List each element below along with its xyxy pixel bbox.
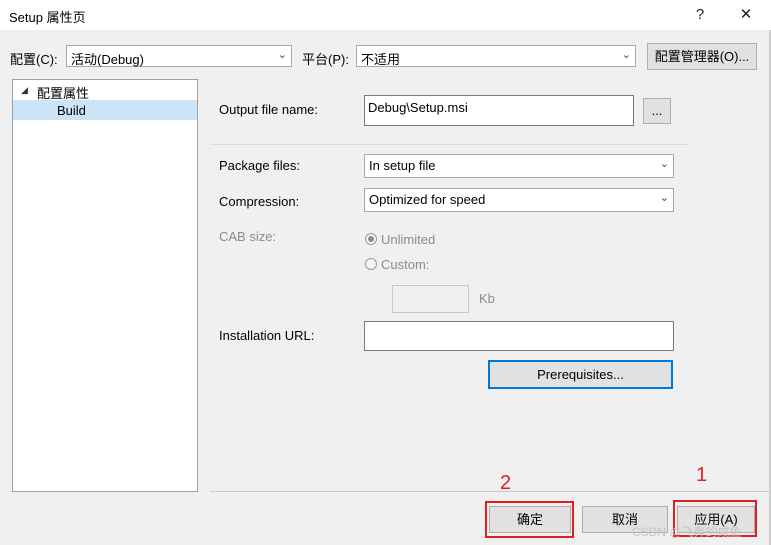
- title-bar: [0, 0, 771, 30]
- watermark: CSDN @飞奔的咸鱼: [632, 525, 742, 539]
- tree-item-build[interactable]: Build: [57, 103, 86, 118]
- installation-url-input[interactable]: [364, 321, 674, 351]
- annotation-number-1: 1: [696, 464, 708, 486]
- bottom-separator: [210, 491, 771, 492]
- custom-size-input[interactable]: [392, 285, 469, 313]
- config-select[interactable]: 活动(Debug) ⌄: [66, 45, 292, 67]
- config-manager-button[interactable]: 配置管理器(O)...: [647, 43, 757, 70]
- tree-item-build-selected[interactable]: [13, 100, 197, 120]
- browse-button[interactable]: ...: [643, 98, 671, 124]
- package-files-value: In setup file: [369, 158, 436, 173]
- output-file-input[interactable]: Debug\Setup.msi: [364, 95, 634, 126]
- config-label: 配置(C):: [10, 52, 58, 67]
- platform-select[interactable]: 不适用 ⌄: [356, 45, 636, 67]
- kb-label: Kb: [479, 291, 495, 306]
- cab-size-label: CAB size:: [219, 229, 277, 244]
- unlimited-label: Unlimited: [381, 232, 436, 247]
- config-select-value: 活动(Debug): [71, 52, 144, 67]
- output-file-label: Output file name:: [219, 102, 318, 117]
- chevron-down-icon: ⌄: [277, 49, 287, 61]
- custom-label: Custom:: [381, 257, 430, 272]
- separator: [210, 144, 688, 145]
- package-files-select[interactable]: In setup file ⌄: [364, 154, 674, 178]
- chevron-down-icon: ⌄: [659, 192, 669, 204]
- window-title: Setup 属性页: [9, 10, 86, 25]
- compression-select[interactable]: Optimized for speed ⌄: [364, 188, 674, 212]
- close-button[interactable]: ✕: [731, 0, 761, 30]
- compression-value: Optimized for speed: [369, 192, 486, 207]
- output-file-value: Debug\Setup.msi: [368, 100, 468, 115]
- close-icon: ✕: [739, 6, 753, 23]
- prerequisites-button[interactable]: Prerequisites...: [488, 360, 673, 389]
- platform-select-value: 不适用: [361, 52, 401, 67]
- annotation-number-2: 2: [500, 472, 512, 494]
- compression-label: Compression:: [219, 194, 300, 209]
- settings-tree: [12, 79, 198, 492]
- annotation-box-ok: [485, 501, 574, 538]
- platform-label: 平台(P):: [302, 52, 349, 67]
- package-files-label: Package files:: [219, 158, 300, 173]
- unlimited-radio[interactable]: [365, 233, 377, 245]
- chevron-down-icon: ⌄: [659, 158, 669, 170]
- help-button[interactable]: ?: [685, 0, 715, 30]
- installation-url-label: Installation URL:: [219, 328, 315, 343]
- tree-expand-icon[interactable]: ◢: [21, 85, 28, 96]
- chevron-down-icon: ⌄: [621, 49, 631, 61]
- custom-radio[interactable]: [365, 258, 377, 270]
- radio-dot-icon: [368, 236, 374, 242]
